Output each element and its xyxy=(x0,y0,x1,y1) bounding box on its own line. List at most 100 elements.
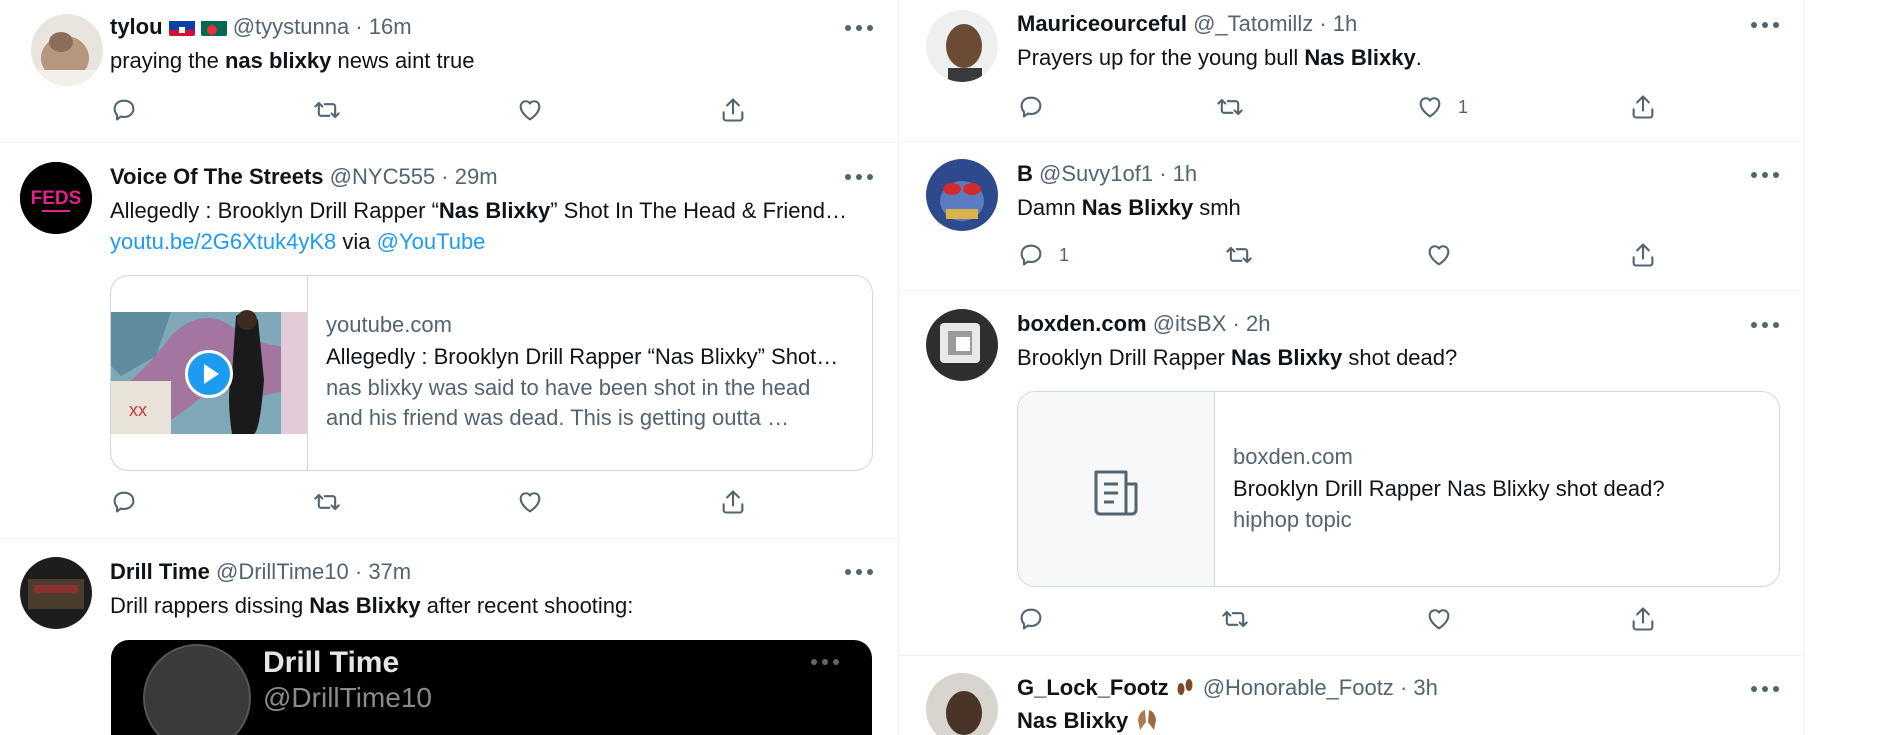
tweet-text: Nas Blixky xyxy=(1017,706,1160,735)
card-title: Allegedly : Brooklyn Drill Rapper “Nas B… xyxy=(326,344,839,369)
display-name[interactable]: Voice Of The Streets xyxy=(110,164,324,189)
like-button[interactable] xyxy=(516,95,558,125)
avatar[interactable] xyxy=(926,309,998,381)
action-bar: 1 xyxy=(1017,92,1667,122)
retweet-icon xyxy=(314,101,340,119)
tweet-text: Drill rappers dissing Nas Blixky after r… xyxy=(110,591,633,621)
embedded-media[interactable]: Drill Time @DrillTime10 xyxy=(111,640,872,735)
share-button[interactable] xyxy=(1629,604,1657,634)
right-timeline-column: Mauriceourceful @_Tatomillz · 1h Prayers… xyxy=(899,0,1805,735)
tweet[interactable]: Drill Time @DrillTime10 · 37m Drill rapp… xyxy=(0,539,898,735)
tweet-text: Prayers up for the young bull Nas Blixky… xyxy=(1017,43,1422,73)
mention-link[interactable]: @YouTube xyxy=(377,229,486,254)
tweet[interactable]: tylou @tyystunna · 16m praying the nas b… xyxy=(0,0,898,143)
share-button[interactable] xyxy=(1629,240,1657,270)
display-name[interactable]: B xyxy=(1017,161,1033,186)
user-handle[interactable]: @DrillTime10 xyxy=(216,559,349,584)
highlighted-term: Nas Blixky xyxy=(1081,195,1194,220)
timestamp[interactable]: · 16m xyxy=(355,14,411,39)
tweet[interactable]: G_Lock_Footz @Honorable_Footz · 3h Nas B… xyxy=(899,656,1804,735)
reply-icon xyxy=(113,491,135,513)
link-card[interactable]: xx youtube.com Allegedly : Brooklyn Dril… xyxy=(110,275,873,471)
tweet-header: boxden.com @itsBX · 2h xyxy=(1017,310,1270,338)
tweet-header: Drill Time @DrillTime10 · 37m xyxy=(110,558,411,586)
display-name[interactable]: G_Lock_Footz xyxy=(1017,675,1169,700)
retweet-button[interactable] xyxy=(1225,240,1267,270)
user-handle[interactable]: @tyystunna xyxy=(233,14,350,39)
video-thumbnail[interactable]: xx xyxy=(111,276,308,470)
tweet-header: G_Lock_Footz @Honorable_Footz · 3h xyxy=(1017,674,1438,706)
tweet-text: praying the nas blixky news aint true xyxy=(110,46,474,76)
timestamp[interactable]: · 3h xyxy=(1400,675,1438,700)
user-handle[interactable]: @itsBX xyxy=(1153,311,1227,336)
like-button[interactable]: 1 xyxy=(1416,92,1468,122)
display-name[interactable]: tylou xyxy=(110,14,163,39)
reply-button[interactable] xyxy=(1017,92,1059,122)
embedded-more-icon xyxy=(811,656,841,668)
avatar[interactable]: FEDS xyxy=(20,162,92,234)
highlighted-term: Nas Blixky xyxy=(309,593,421,618)
more-icon[interactable] xyxy=(845,171,875,183)
user-handle[interactable]: @NYC555 xyxy=(330,164,436,189)
timestamp[interactable]: · 1h xyxy=(1319,11,1357,36)
highlighted-term: Nas Blixky xyxy=(1230,345,1343,370)
reply-button[interactable] xyxy=(1017,604,1045,634)
link-card[interactable]: boxden.com Brooklyn Drill Rapper Nas Bli… xyxy=(1017,391,1780,587)
tweet-text: Allegedly : Brooklyn Drill Rapper “Nas B… xyxy=(110,196,847,226)
display-name[interactable]: Drill Time xyxy=(110,559,210,584)
like-button[interactable] xyxy=(1425,604,1453,634)
tweet[interactable]: FEDS Voice Of The Streets @NYC555 · 29m … xyxy=(0,143,898,539)
user-handle[interactable]: @Honorable_Footz xyxy=(1203,675,1394,700)
reply-button[interactable] xyxy=(110,95,152,125)
more-icon[interactable] xyxy=(845,22,875,34)
tweet-text: Damn Nas Blixky smh xyxy=(1017,193,1241,223)
retweet-button[interactable] xyxy=(1221,604,1249,634)
tweet[interactable]: Mauriceourceful @_Tatomillz · 1h Prayers… xyxy=(899,0,1804,142)
embedded-avatar xyxy=(143,644,251,735)
share-button[interactable] xyxy=(1629,92,1657,122)
avatar-logo-text: FEDS xyxy=(31,188,82,209)
tweet[interactable]: boxden.com @itsBX · 2h Brooklyn Drill Ra… xyxy=(899,291,1804,656)
embedded-handle: @DrillTime10 xyxy=(263,682,432,713)
play-icon[interactable] xyxy=(185,350,233,398)
youtube-link[interactable]: youtu.be/2G6Xtuk4yK8 xyxy=(110,229,336,254)
timestamp[interactable]: · 1h xyxy=(1159,161,1197,186)
more-icon[interactable] xyxy=(1751,319,1781,331)
tweet-header: Mauriceourceful @_Tatomillz · 1h xyxy=(1017,10,1357,38)
retweet-button[interactable] xyxy=(313,487,341,517)
more-icon[interactable] xyxy=(1751,19,1781,31)
share-button[interactable] xyxy=(719,487,747,517)
timestamp[interactable]: · 29m xyxy=(441,164,497,189)
like-button[interactable] xyxy=(516,487,544,517)
user-handle[interactable]: @Suvy1of1 xyxy=(1039,161,1153,186)
more-icon[interactable] xyxy=(845,566,875,578)
avatar[interactable] xyxy=(926,10,998,82)
reply-button[interactable] xyxy=(110,487,138,517)
text-segment: after recent shooting: xyxy=(420,593,634,618)
more-icon[interactable] xyxy=(1751,683,1781,695)
retweet-button[interactable] xyxy=(1216,92,1258,122)
display-name[interactable]: boxden.com xyxy=(1017,311,1147,336)
tweet[interactable]: B @Suvy1of1 · 1h Damn Nas Blixky smh 1 xyxy=(899,142,1804,291)
text-segment: smh xyxy=(1193,195,1241,220)
retweet-button[interactable] xyxy=(313,95,355,125)
avatar[interactable] xyxy=(926,159,998,231)
text-segment: via xyxy=(336,229,377,254)
avatar[interactable] xyxy=(926,673,998,735)
avatar[interactable] xyxy=(31,14,103,86)
reply-button[interactable]: 1 xyxy=(1017,240,1069,270)
haiti-flag-icon xyxy=(168,18,195,36)
timestamp[interactable]: · 2h xyxy=(1233,311,1271,336)
reply-icon xyxy=(1020,96,1042,118)
avatar[interactable] xyxy=(20,557,92,629)
display-name[interactable]: Mauriceourceful xyxy=(1017,11,1187,36)
text-segment: Prayers up for the young bull xyxy=(1017,45,1305,70)
timestamp[interactable]: · 37m xyxy=(355,559,411,584)
user-handle[interactable]: @_Tatomillz xyxy=(1193,11,1313,36)
like-button[interactable] xyxy=(1425,240,1467,270)
text-segment: praying the xyxy=(110,48,225,73)
more-icon[interactable] xyxy=(1751,169,1781,181)
bangladesh-flag-icon xyxy=(200,18,227,36)
share-button[interactable] xyxy=(719,95,747,125)
text-segment: news aint true xyxy=(331,48,475,73)
